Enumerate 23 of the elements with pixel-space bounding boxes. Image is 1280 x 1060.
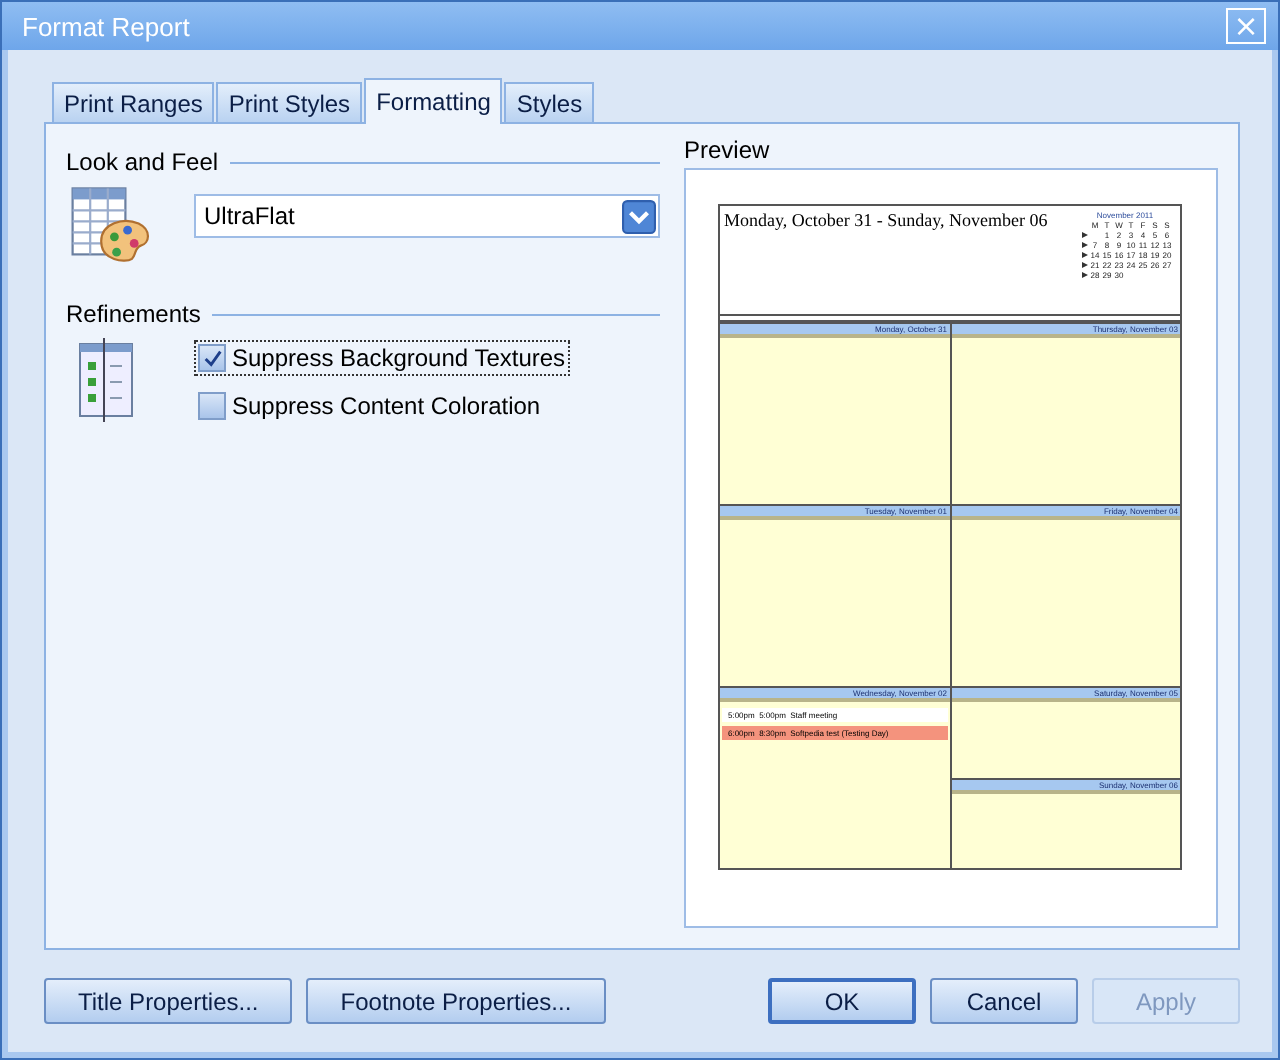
- checkbox[interactable]: [198, 392, 226, 420]
- tab[interactable]: Print Ranges: [52, 82, 215, 122]
- week-marker-icon: [1082, 252, 1088, 258]
- dialog-button[interactable]: Footnote Properties...: [306, 978, 606, 1024]
- checkbox[interactable]: [198, 344, 226, 372]
- look-and-feel-dropdown[interactable]: UltraFlat: [194, 194, 660, 238]
- dialog-button[interactable]: OK: [768, 978, 916, 1024]
- window-title: Format Report: [22, 11, 190, 41]
- week-marker-icon: [1082, 272, 1088, 278]
- tab[interactable]: Styles: [504, 82, 595, 122]
- week-marker-icon: [1082, 242, 1088, 248]
- checkbox-option[interactable]: Suppress Content Coloration: [194, 388, 545, 424]
- dialog-button[interactable]: Title Properties...: [44, 978, 293, 1024]
- tab[interactable]: Formatting: [364, 78, 503, 124]
- report-title: Monday, October 31 - Sunday, November 06: [724, 210, 1048, 234]
- section-label: Refinements: [66, 300, 201, 328]
- preview-label: Preview: [684, 136, 772, 164]
- section-label: Look and Feel: [66, 148, 219, 176]
- checkbox-option[interactable]: Suppress Background Textures: [194, 340, 570, 376]
- tab[interactable]: Print Styles: [216, 82, 363, 122]
- week-marker-icon: [1082, 232, 1088, 238]
- dialog-button[interactable]: Cancel: [930, 978, 1078, 1024]
- week-marker-icon: [1082, 262, 1088, 268]
